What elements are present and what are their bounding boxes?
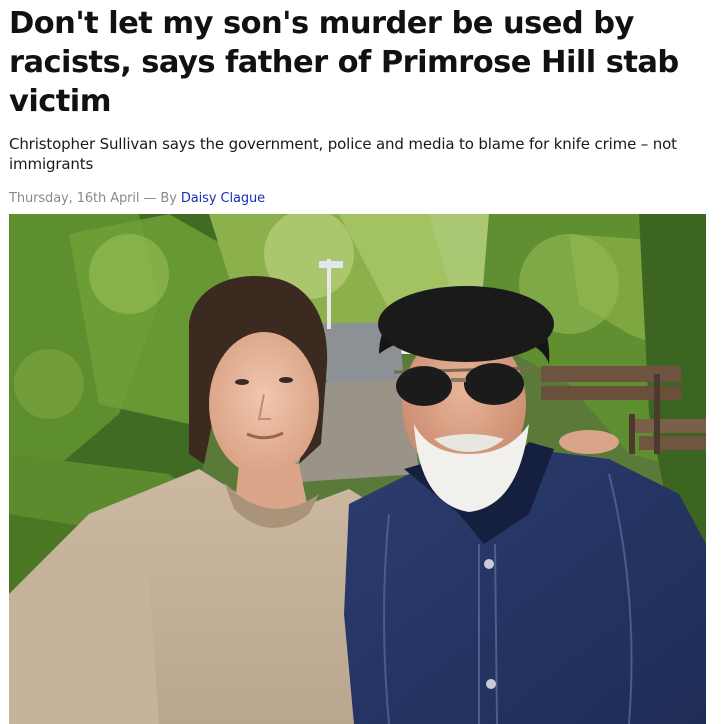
article-header: Don't let my son's murder be used by rac…	[9, 0, 706, 227]
article-standfirst: Christopher Sullivan says the government…	[9, 135, 677, 173]
author-link[interactable]: Daisy Clague	[181, 191, 265, 206]
article-headline: Don't let my son's murder be used by rac…	[9, 6, 679, 119]
article-hero-image	[9, 214, 706, 724]
publish-date: Thursday, 16th April	[9, 191, 140, 206]
byline-separator: — By	[139, 191, 181, 206]
byline: Thursday, 16th April — By Daisy Clague	[9, 190, 706, 208]
